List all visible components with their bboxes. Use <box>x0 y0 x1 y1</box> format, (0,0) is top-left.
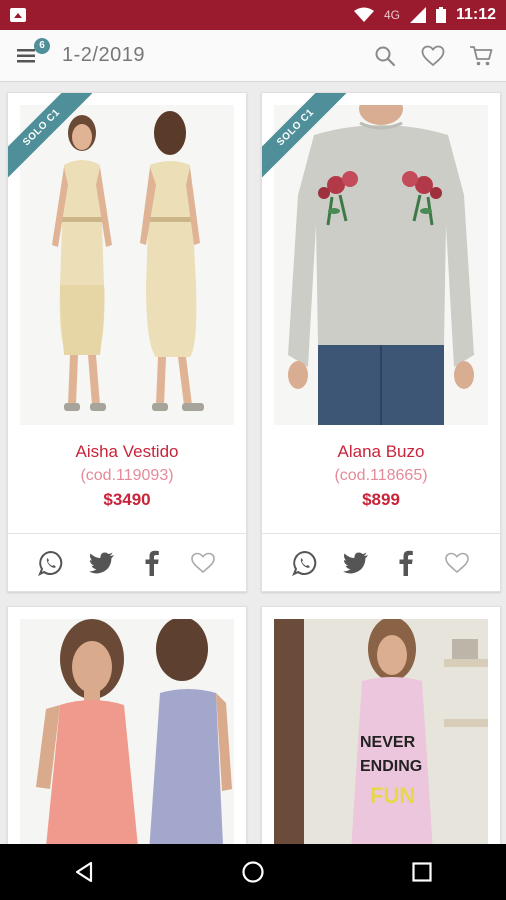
back-icon <box>76 861 93 883</box>
heart-icon <box>444 552 469 574</box>
favorites-button[interactable] <box>420 43 446 69</box>
product-name[interactable]: Alana Buzo <box>262 442 500 462</box>
product-image[interactable] <box>274 105 488 425</box>
status-bar: 4G 11:12 <box>0 0 506 30</box>
recents-icon <box>412 862 432 882</box>
menu-badge: 6 <box>34 37 50 54</box>
product-card[interactable] <box>7 606 247 844</box>
whatsapp-icon <box>38 550 63 576</box>
svg-text:NEVER: NEVER <box>360 734 416 751</box>
divider <box>262 533 500 534</box>
recents-button[interactable] <box>402 852 442 892</box>
product-grid: SOLO C1 Aisha Vestido (cod.119093) $3490 <box>0 82 506 844</box>
twitter-share-button[interactable] <box>341 548 371 578</box>
menu-icon <box>17 48 35 62</box>
facebook-share-button[interactable] <box>137 548 167 578</box>
product-name[interactable]: Aisha Vestido <box>8 442 246 462</box>
facebook-share-button[interactable] <box>391 548 421 578</box>
divider <box>8 533 246 534</box>
cart-button[interactable] <box>468 43 494 69</box>
whatsapp-share-button[interactable] <box>290 548 320 578</box>
product-price: $3490 <box>103 490 151 509</box>
home-icon <box>242 861 264 883</box>
back-button[interactable] <box>64 852 104 892</box>
svg-text:ENDING: ENDING <box>360 758 422 775</box>
share-actions <box>262 539 500 587</box>
battery-icon <box>435 7 446 23</box>
clock: 11:12 <box>455 6 496 23</box>
toolbar: 6 1-2/2019 <box>0 30 506 82</box>
share-actions <box>8 539 246 587</box>
cart-icon <box>470 45 493 65</box>
whatsapp-icon <box>292 550 317 576</box>
network-type: 4G <box>383 8 400 22</box>
product-image[interactable]: NEVER ENDING FUN <box>274 619 488 844</box>
menu-button[interactable]: 6 <box>12 37 50 70</box>
product-card[interactable]: SOLO C1 Alana Buzo (cod.118665) $899 <box>261 92 501 592</box>
product-image[interactable] <box>20 105 234 425</box>
product-price: $899 <box>362 490 400 509</box>
product-image[interactable] <box>20 619 234 844</box>
page-title: 1-2/2019 <box>62 44 145 66</box>
facebook-icon <box>399 550 414 576</box>
twitter-share-button[interactable] <box>87 548 117 578</box>
whatsapp-share-button[interactable] <box>36 548 66 578</box>
home-button[interactable] <box>233 852 273 892</box>
search-icon <box>375 46 396 66</box>
cell-signal-icon <box>409 7 426 23</box>
svg-text:FUN: FUN <box>370 783 415 808</box>
facebook-icon <box>145 550 160 576</box>
product-code: (cod.118665) <box>334 467 428 484</box>
system-nav-bar <box>0 844 506 900</box>
twitter-icon <box>88 552 114 574</box>
image-notification-icon <box>10 8 26 22</box>
favorite-button[interactable] <box>188 548 218 578</box>
wifi-icon <box>353 7 374 22</box>
heart-icon <box>421 45 445 66</box>
twitter-icon <box>342 552 368 574</box>
product-code: (cod.119093) <box>80 467 174 484</box>
search-button[interactable] <box>372 43 398 69</box>
product-card[interactable]: SOLO C1 Aisha Vestido (cod.119093) $3490 <box>7 92 247 592</box>
product-card[interactable]: NEVER ENDING FUN <box>261 606 501 844</box>
heart-icon <box>190 552 215 574</box>
favorite-button[interactable] <box>442 548 472 578</box>
